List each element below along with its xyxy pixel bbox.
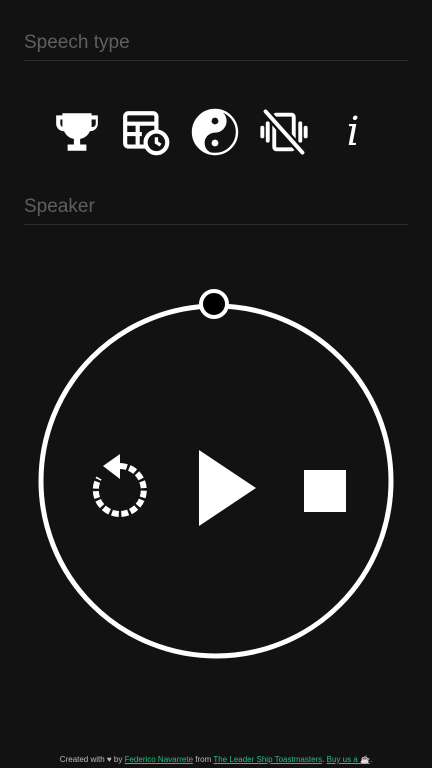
yin-yang-icon[interactable] xyxy=(188,105,242,159)
play-icon xyxy=(199,450,256,526)
speaker-field[interactable]: Speaker xyxy=(24,196,408,225)
speech-type-options: i xyxy=(50,104,380,160)
footer: Created with ♥ by Federico Navarrete fro… xyxy=(0,755,432,764)
footer-suffix: . xyxy=(369,755,373,764)
info-glyph: i xyxy=(346,109,360,155)
vibrate-off-icon[interactable] xyxy=(257,105,311,159)
buy-coffee-link[interactable]: Buy us a ☕ xyxy=(327,755,370,764)
table-clock-icon[interactable] xyxy=(119,105,173,159)
play-button[interactable] xyxy=(192,446,260,530)
club-link[interactable]: The Leader Ship Toastmasters xyxy=(213,755,322,764)
speech-type-label: Speech type xyxy=(24,32,130,53)
author-link[interactable]: Federico Navarrete xyxy=(125,755,193,764)
footer-prefix: Created with ♥ by xyxy=(59,755,125,764)
stop-button[interactable] xyxy=(300,466,350,516)
footer-from: from xyxy=(193,755,214,764)
reset-button[interactable] xyxy=(88,452,152,520)
trophy-icon[interactable] xyxy=(50,105,104,159)
speaker-label: Speaker xyxy=(24,196,95,217)
stop-icon xyxy=(304,470,346,512)
speech-type-field[interactable]: Speech type xyxy=(24,32,408,61)
reset-icon xyxy=(92,454,147,517)
timer-handle[interactable] xyxy=(199,289,229,319)
info-icon[interactable]: i xyxy=(326,105,380,159)
